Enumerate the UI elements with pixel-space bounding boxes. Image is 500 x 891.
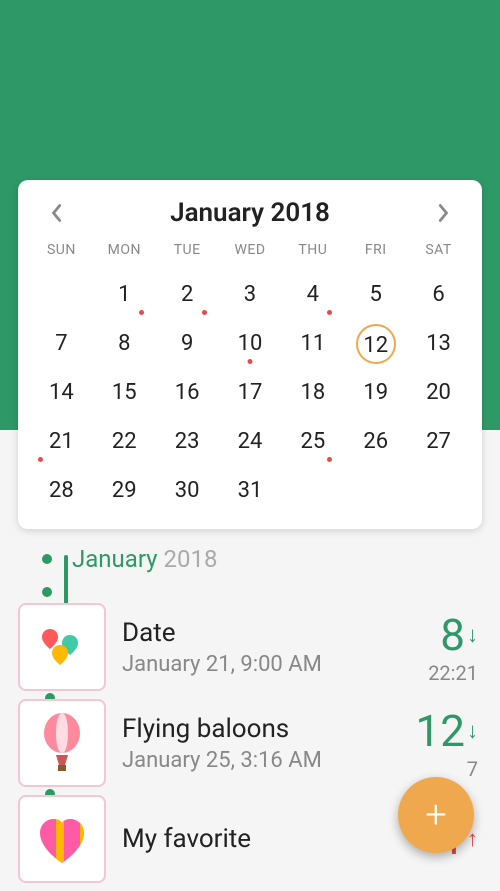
calendar-day[interactable]: 27 <box>407 417 470 466</box>
calendar-day[interactable]: 5 <box>344 270 407 319</box>
calendar-day <box>344 466 407 515</box>
event-dot <box>327 457 332 462</box>
countdown-number: 8↓ <box>440 609 478 661</box>
timeline-dot <box>42 554 52 564</box>
calendar-day[interactable]: 31 <box>219 466 282 515</box>
calendar-day <box>407 466 470 515</box>
calendar-day[interactable]: 29 <box>93 466 156 515</box>
weekday: WED <box>219 242 282 258</box>
calendar-day[interactable]: 30 <box>156 466 219 515</box>
calendar-day[interactable]: 15 <box>93 368 156 417</box>
weekday: SAT <box>407 242 470 258</box>
event-subtitle: January 25, 3:16 AM <box>122 748 416 773</box>
calendar-day[interactable]: 26 <box>344 417 407 466</box>
calendar-day[interactable]: 10 <box>219 319 282 368</box>
calendar-day <box>281 466 344 515</box>
balloons-hearts-icon <box>18 603 106 691</box>
calendar-day[interactable]: 18 <box>281 368 344 417</box>
event-dot <box>247 359 252 364</box>
event-title: My favorite <box>122 824 440 854</box>
calendar-day[interactable]: 13 <box>407 319 470 368</box>
countdown-time: 22:21 <box>428 661 478 685</box>
calendar-day[interactable]: 1 <box>93 270 156 319</box>
event-title: Date <box>122 618 428 648</box>
weekday-row: SUN MON TUE WED THU FRI SAT <box>30 242 470 270</box>
calendar-day[interactable]: 9 <box>156 319 219 368</box>
calendar-day[interactable]: 22 <box>93 417 156 466</box>
calendar-day[interactable]: 4 <box>281 270 344 319</box>
event-title: Flying baloons <box>122 714 416 744</box>
striped-heart-icon <box>18 795 106 883</box>
calendar-day <box>30 270 93 319</box>
next-month-button[interactable] <box>432 201 456 225</box>
calendar-day[interactable]: 25 <box>281 417 344 466</box>
calendar-day[interactable]: 11 <box>281 319 344 368</box>
add-event-button[interactable]: + <box>398 777 474 853</box>
month-title: January 2018 <box>170 198 330 228</box>
calendar-day[interactable]: 24 <box>219 417 282 466</box>
calendar-day[interactable]: 19 <box>344 368 407 417</box>
event-subtitle: January 21, 9:00 AM <box>122 652 428 677</box>
countdown-number: 12↓ <box>416 705 478 757</box>
calendar-day[interactable]: 23 <box>156 417 219 466</box>
event-item[interactable]: Flying baloonsJanuary 25, 3:16 AM12↓7 <box>18 699 482 787</box>
calendar-day[interactable]: 3 <box>219 270 282 319</box>
calendar-day[interactable]: 8 <box>93 319 156 368</box>
weekday: TUE <box>156 242 219 258</box>
event-dot <box>327 310 332 315</box>
weekday: FRI <box>344 242 407 258</box>
calendar-day[interactable]: 6 <box>407 270 470 319</box>
event-dot <box>139 310 144 315</box>
calendar-day[interactable]: 2 <box>156 270 219 319</box>
calendar-day[interactable]: 28 <box>30 466 93 515</box>
weekday: MON <box>93 242 156 258</box>
calendar-day[interactable]: 12 <box>344 319 407 368</box>
calendar-day[interactable]: 7 <box>30 319 93 368</box>
calendar-day[interactable]: 20 <box>407 368 470 417</box>
days-grid: 1234567891011121314151617181920212223242… <box>30 270 470 515</box>
prev-month-button[interactable] <box>44 201 68 225</box>
calendar-day[interactable]: 17 <box>219 368 282 417</box>
calendar-day[interactable]: 21 <box>30 417 93 466</box>
timeline-dot <box>42 587 52 597</box>
weekday: THU <box>281 242 344 258</box>
calendar-card: January 2018 SUN MON TUE WED THU FRI SAT… <box>18 180 482 529</box>
event-dot <box>202 310 207 315</box>
hot-air-balloon-icon <box>18 699 106 787</box>
event-item[interactable]: Date January 21, 9:00 AM 8↓22:21 <box>18 603 482 691</box>
plus-icon: + <box>425 793 446 837</box>
event-dot <box>38 457 43 462</box>
calendar-day[interactable]: 14 <box>30 368 93 417</box>
calendar-day[interactable]: 16 <box>156 368 219 417</box>
weekday: SUN <box>30 242 93 258</box>
list-month-header: January 2018 <box>72 545 217 573</box>
